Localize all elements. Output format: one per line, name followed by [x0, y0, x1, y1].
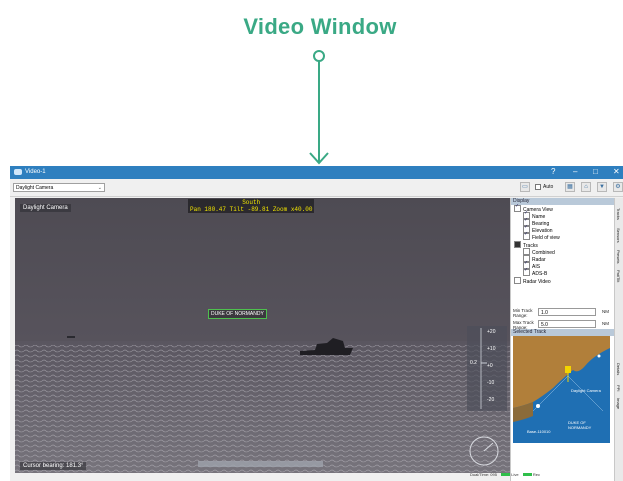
live-indicator: [501, 473, 511, 476]
tree-camera-view[interactable]: Camera View: [514, 203, 553, 213]
tree-radar-video[interactable]: Radar Video: [514, 277, 551, 285]
min-track-range-label: Min Track Range:: [513, 308, 533, 318]
app-icon: [14, 169, 22, 175]
filter-button[interactable]: ▼: [597, 182, 607, 192]
scale-tick: +10: [487, 346, 496, 352]
scale-marker: 0.2: [470, 360, 477, 366]
tree-ads-b[interactable]: ADS-B: [523, 267, 547, 277]
settings-button[interactable]: ⚙: [613, 182, 623, 192]
minimize-icon[interactable]: –: [573, 167, 577, 176]
ptz-readout: South Pan 180.47 Tilt -89.81 Zoom x40.00: [188, 199, 315, 213]
pan-tilt-zoom-readout: Pan 180.47 Tilt -89.81 Zoom x40.00: [190, 206, 313, 213]
min-track-range-unit: NM: [602, 309, 609, 314]
track-label[interactable]: DUKE OF NORMANDY: [208, 309, 267, 319]
auto-label: Auto: [543, 184, 554, 190]
max-track-range-unit: NM: [602, 321, 609, 326]
camera-label: Daylight Camera: [20, 204, 71, 212]
tree-field-of-view[interactable]: Field of view: [523, 231, 560, 241]
tab-image[interactable]: Image: [616, 398, 621, 409]
side-tabs: Tracks Sensors Presets Pat/Tilt Details …: [614, 198, 623, 481]
display-panel: Display Camera View Name Bearing Elevati…: [510, 198, 615, 481]
record-label: Rec: [532, 472, 540, 477]
close-icon[interactable]: ✕: [613, 167, 620, 176]
tab-tracks[interactable]: Tracks: [616, 208, 621, 220]
help-icon[interactable]: ?: [551, 167, 555, 176]
tab-details[interactable]: Details: [616, 363, 621, 375]
status-text: Dual/Time: 095: [470, 472, 497, 477]
camera-select-value: Daylight Camera: [16, 185, 54, 191]
map-ship-label: DUKE OF NORMANDY: [568, 420, 592, 430]
selected-track-map[interactable]: Daylight Camera DUKE OF NORMANDY Base-11…: [513, 336, 610, 443]
chevron-down-icon: ⌄: [97, 185, 102, 191]
auto-checkbox[interactable]: [535, 184, 541, 190]
heading-readout: South: [242, 199, 261, 206]
cursor-bearing: Cursor bearing: 181.3°: [20, 462, 87, 470]
snapshot-button[interactable]: ▭: [520, 182, 530, 192]
scale-tick: -10: [487, 380, 495, 386]
video-feed[interactable]: Daylight Camera South Pan 180.47 Tilt -8…: [15, 198, 510, 473]
scale-tick: +20: [487, 329, 496, 335]
video-window: Video-1 ? – □ ✕ Daylight Camera ⌄ ▭ Auto…: [10, 166, 623, 481]
title-bar: Video-1 ? – □ ✕: [10, 166, 623, 179]
camera-select[interactable]: Daylight Camera ⌄: [13, 183, 105, 192]
scale-tick: -20: [487, 397, 495, 403]
maximize-icon[interactable]: □: [593, 167, 598, 176]
sea-scene: [15, 198, 510, 473]
map-base-label: Base-110010: [527, 429, 551, 434]
max-track-range-input[interactable]: 5.0: [538, 320, 596, 328]
status-bar: Dual/Time: 095 Live Rec: [470, 472, 540, 477]
tab-ppi[interactable]: PPI: [616, 385, 621, 391]
lock-button[interactable]: ⌂: [581, 182, 591, 192]
record-indicator: [522, 473, 532, 476]
tab-pan-tilt[interactable]: Pat/Tilt: [616, 270, 621, 282]
layout-button[interactable]: ▦: [565, 182, 575, 192]
min-track-range-input[interactable]: 1.0: [538, 308, 596, 316]
tab-presets[interactable]: Presets: [616, 250, 621, 264]
map-camera-label: Daylight Camera: [571, 388, 601, 393]
window-title: Video-1: [25, 169, 46, 175]
callout-arrow: [309, 50, 329, 165]
scale-tick: +0: [487, 363, 493, 369]
live-label: Live: [511, 472, 519, 477]
toolbar: Daylight Camera ⌄ ▭ Auto ▦ ⌂ ▼ ⚙: [10, 179, 623, 197]
display-header: Display: [511, 198, 615, 205]
selected-track-header: Selected Track: [511, 329, 615, 336]
tab-sensors[interactable]: Sensors: [616, 228, 621, 243]
